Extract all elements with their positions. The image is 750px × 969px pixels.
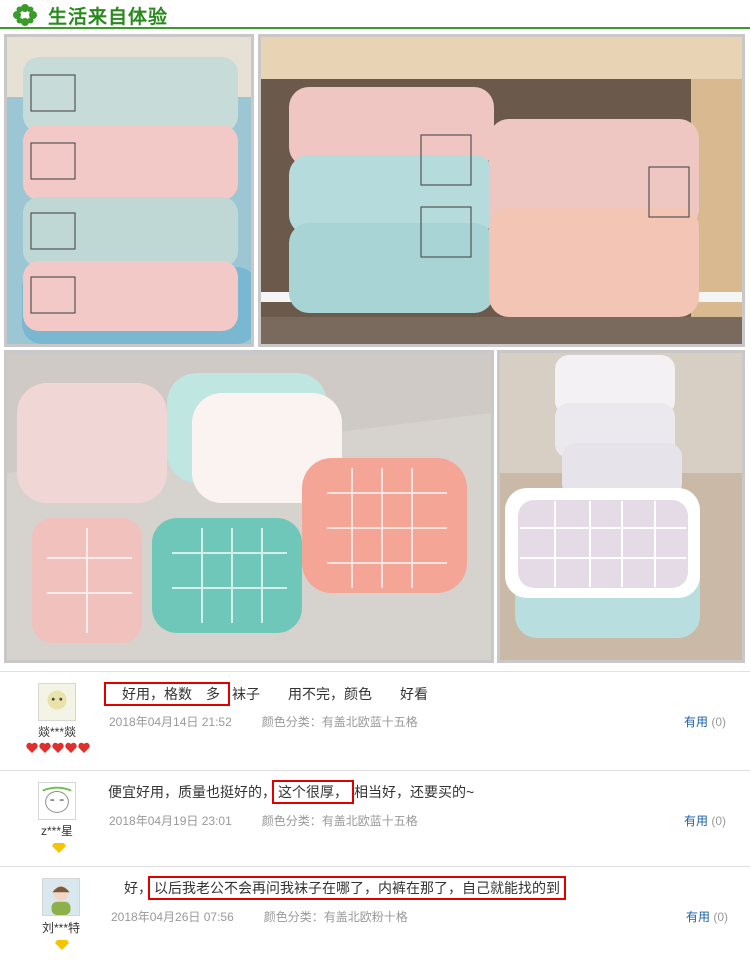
review-text: 好， 以后我老公不会再问我袜子在哪了，内裤在那了，自己就能找的到: [124, 876, 566, 900]
useful-button[interactable]: 有用: [684, 715, 708, 729]
review-item: 燚***燚 好用，格数 多袜子 用不完，颜色 好看 2018年04月14日 21…: [0, 671, 750, 769]
yellow-diamond-level-icon: [52, 843, 66, 853]
review-text-post: 袜子 用不完，颜色 好看: [232, 686, 428, 702]
review-date: 2018年04月19日 23:01: [109, 814, 232, 828]
clover-logo-icon: [13, 4, 37, 26]
review-highlight: 以后我老公不会再问我袜子在哪了，内裤在那了，自己就能找的到: [148, 876, 566, 900]
review-divider: [0, 866, 750, 867]
review-item: 刘***特 好， 以后我老公不会再问我袜子在哪了，内裤在那了，自己就能找的到 20…: [0, 866, 750, 969]
review-variant: 颜色分类：有盖北欧粉十格: [263, 910, 408, 924]
yellow-diamond-level-icon: [55, 940, 69, 950]
review-meta: 2018年04月14日 21:52 颜色分类：有盖北欧蓝十五格: [109, 713, 448, 730]
section-header: 生活来自体验: [0, 0, 750, 29]
useful-count: (0): [711, 715, 727, 729]
unpacked-grids-image: [7, 353, 491, 660]
useful-button[interactable]: 有用: [686, 910, 710, 924]
useful-button[interactable]: 有用: [684, 814, 708, 828]
review-divider: [0, 770, 750, 771]
review-text-pre: 好，: [124, 880, 152, 896]
review-meta: 2018年04月26日 07:56 颜色分类：有盖北欧粉十格: [111, 908, 438, 925]
review-divider: [0, 671, 750, 672]
review-text-pre: 便宜好用，质量也挺好的，: [108, 784, 276, 800]
review-date: 2018年04月26日 07:56: [111, 910, 234, 924]
photo-unpacked-grids[interactable]: [4, 350, 494, 663]
review-variant: 颜色分类：有盖北欧蓝十五格: [261, 814, 418, 828]
user-name: 刘***特: [41, 921, 80, 935]
stacked-boxes-image: [7, 37, 251, 344]
useful-count: (0): [711, 814, 727, 828]
user-avatar[interactable]: [38, 782, 76, 820]
useful-vote: 有用 (0): [686, 908, 728, 925]
user-avatar[interactable]: [42, 878, 80, 916]
user-name: z***星: [40, 824, 73, 838]
review-text-post: 相当好，还要买的~: [354, 784, 475, 800]
user-name: 燚***燚: [37, 725, 76, 739]
section-title: 生活来自体验: [48, 7, 169, 28]
review-text: 便宜好用，质量也挺好的， 这个很厚， 相当好，还要买的~: [108, 780, 475, 804]
review-highlight: 这个很厚，: [272, 780, 354, 804]
useful-vote: 有用 (0): [684, 812, 726, 829]
review-text: 好用，格数 多袜子 用不完，颜色 好看: [104, 682, 428, 706]
review-variant: 颜色分类：有盖北欧蓝十五格: [261, 715, 418, 729]
review-meta: 2018年04月19日 23:01 颜色分类：有盖北欧蓝十五格: [109, 812, 448, 829]
red-heart-level-icon: [26, 742, 90, 753]
photo-stacked-boxes-left[interactable]: [4, 34, 254, 347]
review-highlight: 好用，格数 多: [104, 682, 230, 706]
useful-count: (0): [713, 910, 729, 924]
review-item: z***星 便宜好用，质量也挺好的， 这个很厚， 相当好，还要买的~ 2018年04…: [0, 770, 750, 866]
header-divider: [0, 27, 750, 29]
review-date: 2018年04月14日 21:52: [109, 715, 232, 729]
open-grid-box-image: [500, 353, 742, 660]
useful-vote: 有用 (0): [684, 713, 726, 730]
user-avatar[interactable]: [38, 683, 76, 721]
photo-boxes-in-cabinet[interactable]: [258, 34, 745, 347]
photo-open-grid-box[interactable]: [497, 350, 745, 663]
cabinet-boxes-image: [261, 37, 742, 344]
